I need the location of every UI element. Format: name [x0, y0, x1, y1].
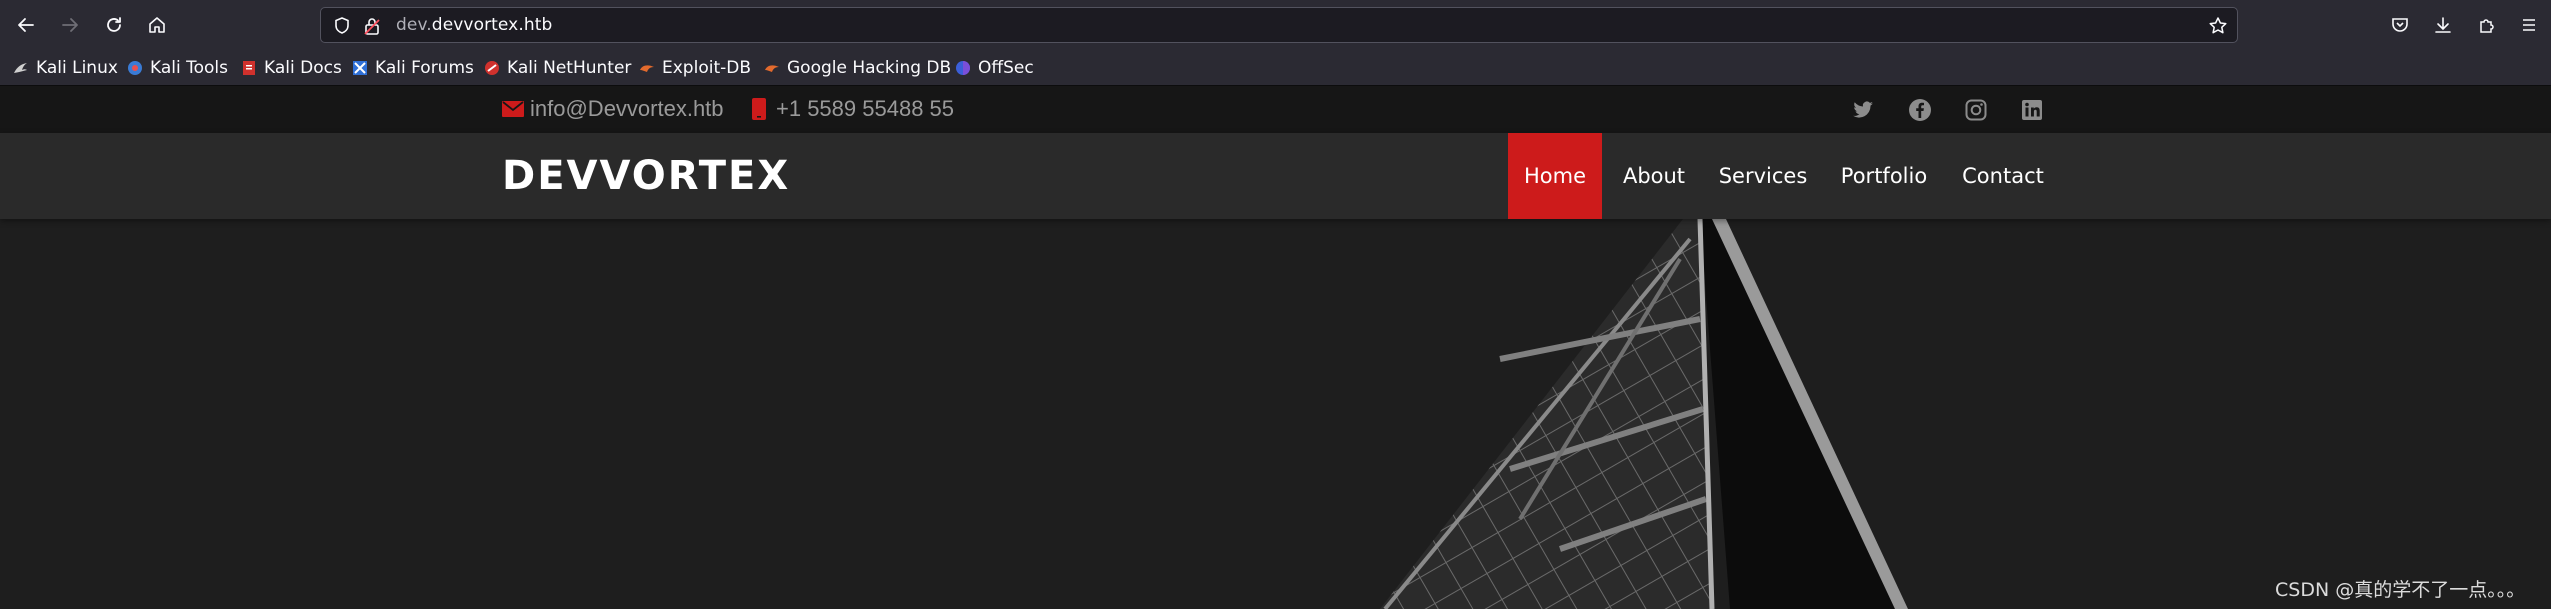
instagram-icon[interactable] — [1964, 98, 1988, 122]
website: info@Devvortex.htb +1 5589 55488 55 DEVV… — [0, 86, 2551, 609]
envelope-icon — [502, 101, 524, 117]
arrow-left-icon — [18, 18, 34, 32]
site-header: DEVVORTEX Home About Services Portfolio … — [0, 133, 2551, 219]
phone-icon — [752, 98, 766, 120]
reload-icon — [107, 17, 121, 32]
facebook-icon[interactable] — [1908, 98, 1932, 122]
back-button[interactable] — [10, 9, 42, 41]
star-icon[interactable] — [2207, 15, 2229, 37]
forward-button[interactable] — [54, 9, 86, 41]
kali-docs-icon — [243, 61, 255, 75]
linkedin-icon[interactable] — [2020, 98, 2044, 122]
hero-banner — [0, 218, 2551, 609]
site-topbar: info@Devvortex.htb +1 5589 55488 55 — [0, 86, 2551, 133]
download-icon — [2435, 17, 2451, 33]
bookmark-kali-forums[interactable]: Kali Forums — [351, 56, 474, 80]
bookmarks-bar: Kali Linux Kali Tools Kali Docs Kali For… — [0, 50, 2551, 86]
csdn-watermark: CSDN @真的学不了一点。。。 — [2275, 579, 2526, 601]
contact-email[interactable]: info@Devvortex.htb — [502, 96, 724, 122]
building-photo — [1380, 218, 1908, 609]
nethunter-icon — [485, 61, 499, 75]
url-text[interactable]: dev.devvortex.htb — [396, 15, 552, 35]
nav-services[interactable]: Services — [1706, 133, 1820, 219]
nav-home[interactable]: Home — [1508, 133, 1602, 219]
insecure-lock-icon[interactable] — [361, 15, 383, 37]
offsec-icon — [956, 61, 970, 75]
home-button[interactable] — [141, 9, 173, 41]
hamburger-icon — [2523, 19, 2535, 31]
pocket-icon — [2392, 18, 2408, 32]
extensions-button[interactable] — [2473, 11, 2501, 39]
shield-icon[interactable] — [331, 15, 353, 37]
browser-toolbar: dev.devvortex.htb — [0, 0, 2551, 50]
nav-portfolio[interactable]: Portfolio — [1820, 133, 1948, 219]
bookmark-kali-tools[interactable]: Kali Tools — [126, 56, 228, 80]
kali-dragon-icon — [14, 63, 27, 73]
twitter-icon[interactable] — [1851, 98, 1875, 122]
bookmark-kali-docs[interactable]: Kali Docs — [240, 56, 342, 80]
nav-contact[interactable]: Contact — [1948, 133, 2058, 219]
bookmark-offsec[interactable]: OffSec — [954, 56, 1034, 80]
exploit-db-icon — [640, 65, 654, 72]
nav-about[interactable]: About — [1602, 133, 1706, 219]
arrow-right-icon — [62, 18, 78, 32]
site-logo[interactable]: DEVVORTEX — [502, 153, 790, 199]
pocket-button[interactable] — [2386, 11, 2414, 39]
kali-tools-icon — [128, 61, 142, 75]
bookmark-exploit-db[interactable]: Exploit-DB — [638, 56, 751, 80]
downloads-button[interactable] — [2429, 11, 2457, 39]
ghdb-icon — [765, 65, 779, 72]
address-bar[interactable]: dev.devvortex.htb — [320, 7, 2238, 43]
bookmark-kali-linux[interactable]: Kali Linux — [12, 56, 118, 80]
contact-phone[interactable]: +1 5589 55488 55 — [752, 96, 954, 122]
kali-forums-icon — [353, 61, 367, 75]
bookmark-kali-nethunter[interactable]: Kali NetHunter — [483, 56, 631, 80]
menu-button[interactable] — [2515, 11, 2543, 39]
home-icon — [149, 17, 165, 33]
puzzle-icon — [2480, 19, 2494, 33]
bookmark-google-hacking-db[interactable]: Google Hacking DB — [763, 56, 951, 80]
reload-button[interactable] — [98, 9, 130, 41]
